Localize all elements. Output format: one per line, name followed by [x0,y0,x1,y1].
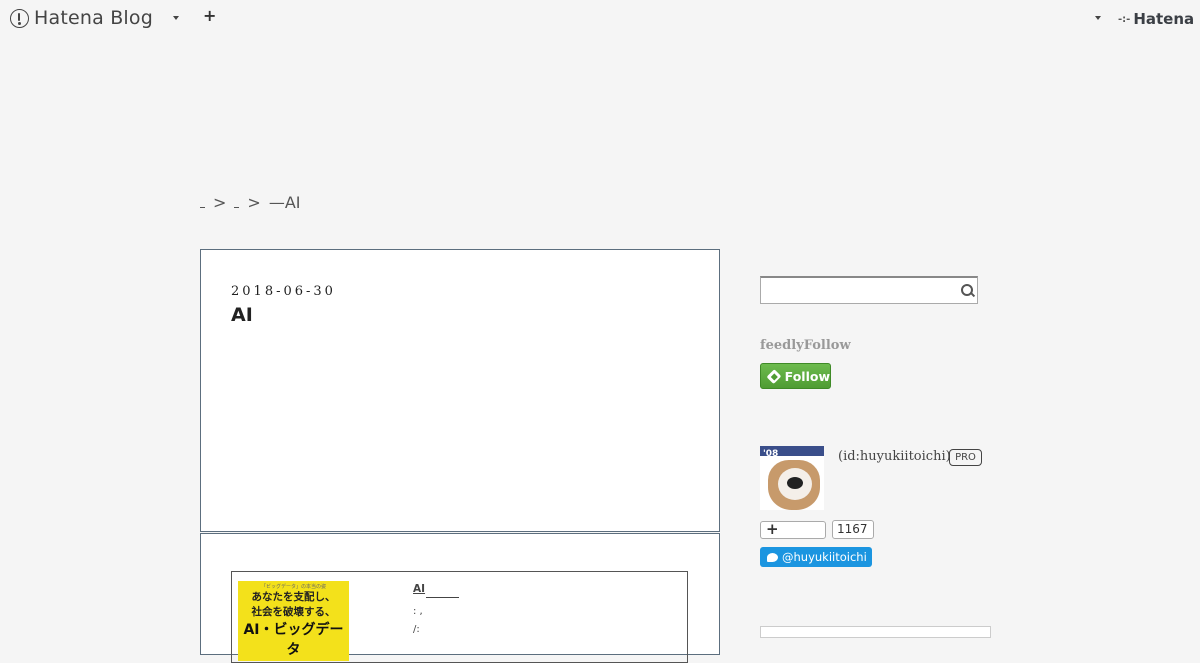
breadcrumb-separator: > [247,193,261,212]
chevron-down-icon[interactable] [173,16,179,20]
embed-meta: : , [413,606,423,617]
subscriber-count: 1167 [832,520,874,539]
embed-title-link[interactable]: AI [413,583,425,595]
book-cover-line: あなたを支配し、 [251,591,336,603]
embed-title-underline [426,597,459,598]
global-header: Hatena Blog + -:- Hatena [0,0,1200,36]
logo-text: Hatena Blog [34,7,153,29]
plus-icon: + [766,520,779,538]
feedly-button-label: Follow [784,368,830,384]
article-date[interactable]: 2018-06-30 [231,284,336,299]
article-header: 2018-06-30 AI [200,249,720,532]
book-cover-image[interactable]: 「ビッグデータ」の本当の姿 あなたを支配し、 社会を破壊する、 AI・ビッグデー… [238,581,349,661]
hatena-logo-icon [10,8,29,28]
add-post-button[interactable]: + [203,6,216,25]
avatar[interactable]: '08 [760,446,824,510]
breadcrumb-separator: > [213,193,227,212]
book-embed[interactable]: 「ビッグデータ」の本当の姿 あなたを支配し、 社会を破壊する、 AI・ビッグデー… [231,571,688,663]
article-body: 「ビッグデータ」の本当の姿 あなたを支配し、 社会を破壊する、 AI・ビッグデー… [200,533,720,663]
hatena-blog-logo[interactable]: Hatena Blog [10,7,153,29]
subscribe-button[interactable]: + [760,520,826,539]
breadcrumb-link-category[interactable] [234,197,240,208]
search-form [760,276,978,304]
avatar-year: '08 [763,449,779,459]
search-icon[interactable] [961,284,973,296]
book-cover-line: 社会を破壊する、 [251,606,336,618]
profile-id-link[interactable]: (id:huyukiitoichi) [838,449,951,464]
twitter-handle: @huyukiitoichi [782,550,867,564]
feedly-section-title: feedlyFollow [760,338,851,353]
hatena-mark-icon: -:- [1118,13,1131,25]
twitter-follow-button[interactable]: @huyukiitoichi [760,547,872,567]
feedly-follow-button[interactable]: Follow [760,363,831,389]
article-title[interactable]: AI [231,304,253,326]
book-cover-title: AI・ビッグデータ [243,622,344,658]
breadcrumb-link-top[interactable] [200,197,205,208]
chevron-down-icon[interactable] [1095,16,1101,20]
hatena-brand-link[interactable]: -:- Hatena [1118,10,1194,28]
breadcrumb: > > —AI [200,193,300,212]
pro-badge: PRO [949,449,982,466]
sidebar-module [760,626,991,638]
brand-text: Hatena [1133,10,1195,28]
search-input[interactable] [761,278,955,304]
twitter-bird-icon [767,552,778,562]
breadcrumb-current: —AI [268,193,301,212]
feedly-icon [766,368,782,384]
